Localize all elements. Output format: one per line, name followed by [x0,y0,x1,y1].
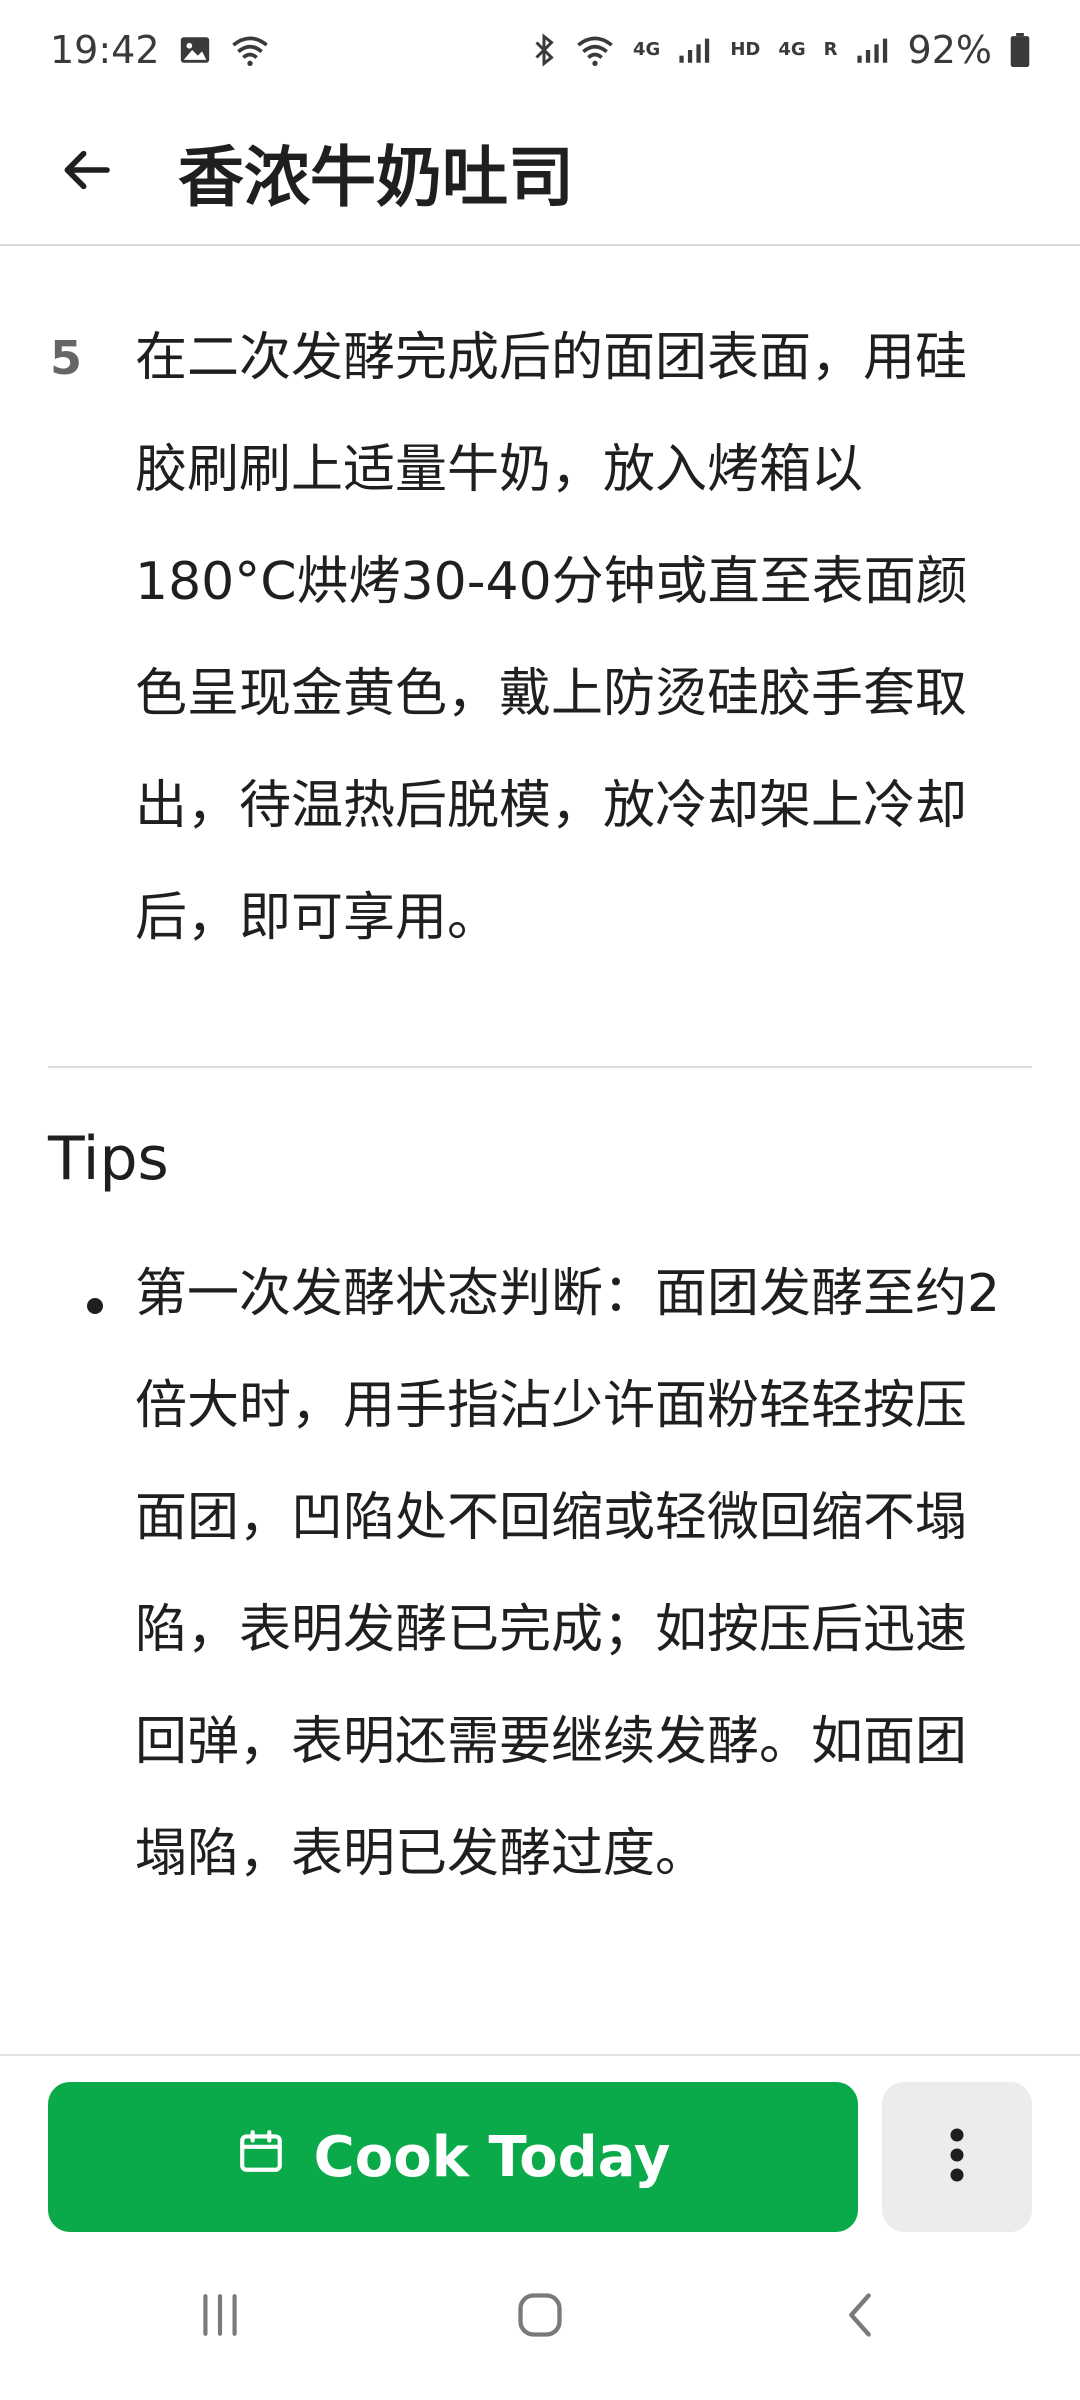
page-title: 香浓牛奶吐司 [178,139,574,216]
back-icon [840,2289,880,2345]
action-bar: Cook Today [0,2054,1080,2234]
network-type-label-2: 4G [778,39,806,60]
tip-text: 第一次发酵状态判断：面团发酵至约2倍大时，用手指沾少许面粉轻轻按压面团，凹陷处不… [135,1264,1001,1884]
back-button[interactable] [46,132,126,212]
step-number: 5 [50,331,83,385]
wifi-icon [575,33,615,67]
signal-icon-2 [856,35,890,65]
status-right: 4G HD 4G R 92% [531,28,1030,72]
wifi-call-icon [230,33,270,67]
recent-apps-icon [195,2292,245,2342]
signal-icon [678,35,712,65]
cook-today-label: Cook Today [313,2124,671,2190]
cook-today-button[interactable]: Cook Today [48,2082,858,2232]
tip-item: 第一次发酵状态判断：面团发酵至约2倍大时，用手指沾少许面粉轻轻按压面团，凹陷处不… [0,1264,1080,1910]
battery-percent: 92% [907,28,992,72]
bullet-icon [0,1264,135,1910]
home-icon [514,2289,566,2345]
status-time: 19:42 [50,28,160,72]
calendar-icon [236,2125,286,2190]
nav-back-button[interactable] [820,2277,900,2357]
tips-heading: Tips [48,1124,169,1194]
more-options-button[interactable] [882,2082,1032,2232]
system-nav-bar [0,2234,1080,2400]
section-divider [48,1066,1032,1068]
arrow-left-icon [58,142,114,202]
bluetooth-icon [531,32,557,68]
battery-icon [1010,33,1030,67]
tips-list: 第一次发酵状态判断：面团发酵至约2倍大时，用手指沾少许面粉轻轻按压面团，凹陷处不… [0,1264,1080,1910]
step-text: 在二次发酵完成后的面团表面，用硅胶刷刷上适量牛奶，放入烤箱以180°C烘烤30-… [135,328,968,948]
roaming-label: R [823,39,838,60]
status-bar: 19:42 4G HD 4G R 92% [0,0,1080,100]
home-button[interactable] [500,2277,580,2357]
network-type-label: 4G [633,39,661,60]
recipe-step: 5 在二次发酵完成后的面团表面，用硅胶刷刷上适量牛奶，放入烤箱以180°C烘烤3… [0,328,1080,974]
recipe-content[interactable]: 5 在二次发酵完成后的面团表面，用硅胶刷刷上适量牛奶，放入烤箱以180°C烘烤3… [0,248,1080,2048]
hd-label: HD [730,39,761,60]
image-icon [178,33,212,67]
app-bar: 香浓牛奶吐司 [0,100,1080,246]
status-left: 19:42 [50,28,270,72]
more-vertical-icon [947,2125,967,2189]
recent-apps-button[interactable] [180,2277,260,2357]
